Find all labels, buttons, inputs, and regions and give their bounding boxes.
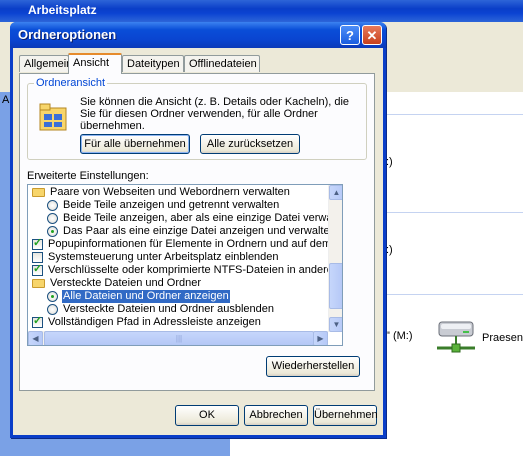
advanced-settings-label: Erweiterte Einstellungen:	[27, 170, 149, 182]
background-drive-label[interactable]: " (M:)	[386, 330, 413, 342]
background-drive-label[interactable]: :)	[386, 156, 393, 168]
radio-button-icon[interactable]	[47, 213, 58, 224]
checkbox-checked-icon[interactable]	[32, 315, 43, 328]
scroll-left-icon[interactable]: ◀	[28, 331, 43, 345]
horizontal-scrollbar[interactable]: ◀ ||| ▶	[28, 331, 328, 345]
tab-ansicht[interactable]: Ansicht	[68, 53, 122, 74]
tab-offlinedateien[interactable]: Offlinedateien	[184, 55, 260, 72]
setting-label: Systemsteuerung unter Arbeitsplatz einbl…	[48, 251, 279, 263]
radio-button-icon[interactable]	[47, 200, 58, 211]
apply-button[interactable]: Übernehmen	[313, 405, 378, 426]
background-window-title: Arbeitsplatz	[28, 3, 97, 17]
setting-label: Vollständigen Pfad in Adressleiste anzei…	[48, 316, 261, 328]
folder-view-group: Ordneransicht Sie können die Ansicht (z.…	[27, 77, 367, 160]
dialog-body: Allgemein Ansicht Dateitypen Offlinedate…	[13, 48, 383, 435]
setting-label: Beide Teile anzeigen, aber als eine einz…	[63, 212, 343, 224]
folder-icon	[32, 279, 45, 288]
scroll-up-icon[interactable]: ▲	[329, 185, 342, 200]
radio-button-selected-icon[interactable]	[47, 226, 58, 237]
setting-label: Verschlüsselte oder komprimierte NTFS-Da…	[48, 264, 343, 276]
dialog-title: Ordneroptionen	[18, 27, 117, 42]
network-drive-label[interactable]: Praesent	[482, 332, 523, 344]
background-left-letter: A	[2, 94, 10, 106]
vertical-scroll-thumb[interactable]	[329, 263, 342, 309]
scroll-down-icon[interactable]: ▼	[329, 317, 342, 332]
restore-defaults-button[interactable]: Wiederherstellen	[266, 356, 360, 377]
scroll-right-icon[interactable]: ▶	[313, 331, 328, 345]
setting-label: Versteckte Dateien und Ordner	[50, 277, 202, 289]
advanced-settings-list[interactable]: Paare von Webseiten und Webordnern verwa…	[27, 184, 343, 346]
folder-view-icon	[38, 102, 68, 134]
checkbox-icon[interactable]	[32, 252, 43, 263]
radio-button-selected-icon[interactable]	[47, 291, 58, 302]
setting-label: Das Paar als eine einzige Datei anzeigen…	[63, 225, 336, 237]
background-divider	[386, 294, 523, 295]
apply-to-all-folders-button[interactable]: Für alle übernehmen	[80, 134, 190, 154]
tab-panel-ansicht: Ordneransicht Sie können die Ansicht (z.…	[19, 73, 375, 391]
background-task-pane	[0, 92, 10, 456]
folder-options-dialog: Ordneroptionen ? ✕ Allgemein Ansicht Dat…	[10, 22, 386, 438]
background-drive-label[interactable]: :)	[386, 244, 393, 256]
tab-dateitypen[interactable]: Dateitypen	[122, 55, 184, 72]
folder-icon	[32, 188, 45, 197]
ok-button[interactable]: OK	[175, 405, 239, 426]
folder-view-legend: Ordneransicht	[34, 77, 108, 89]
cancel-button[interactable]: Abbrechen	[244, 405, 308, 426]
background-divider	[386, 114, 523, 115]
network-drive-icon[interactable]	[433, 318, 479, 358]
setting-label: Beide Teile anzeigen und getrennt verwal…	[63, 199, 280, 211]
checkbox-checked-icon[interactable]	[32, 237, 43, 250]
setting-label: Popupinformationen für Elemente in Ordne…	[48, 238, 343, 250]
help-button[interactable]: ?	[340, 25, 360, 45]
folder-view-description: Sie können die Ansicht (z. B. Details od…	[80, 96, 350, 132]
close-button[interactable]: ✕	[362, 25, 382, 45]
reset-all-folders-button[interactable]: Alle zurücksetzen	[200, 134, 300, 154]
setting-label: Alle Dateien und Ordner anzeigen	[61, 289, 231, 304]
tab-allgemein[interactable]: Allgemein	[19, 55, 72, 72]
setting-label: Versteckte Dateien und Ordner ausblenden	[63, 303, 274, 315]
radio-button-icon[interactable]	[47, 304, 58, 315]
horizontal-scroll-thumb[interactable]: |||	[44, 331, 314, 345]
background-divider	[386, 212, 523, 213]
setting-label: Paare von Webseiten und Webordnern verwa…	[50, 186, 290, 198]
vertical-scrollbar[interactable]: ▲ ▼	[328, 185, 342, 332]
checkbox-checked-icon[interactable]	[32, 263, 43, 276]
